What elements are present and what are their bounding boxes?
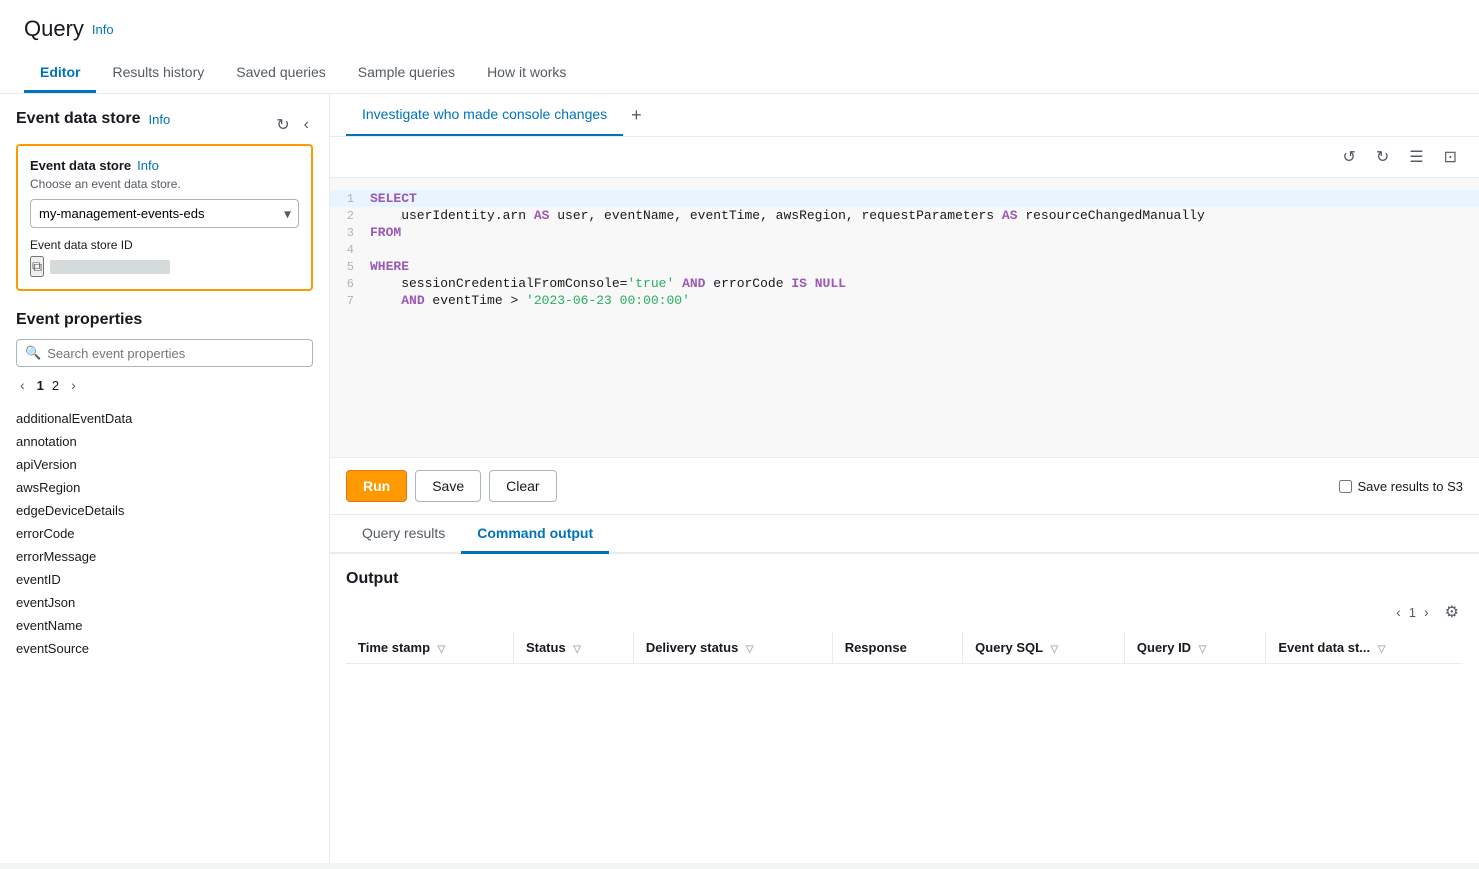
sort-icon: ▽ [746,644,754,655]
save-button[interactable]: Save [415,470,481,502]
copy-id-button[interactable]: ⧉ [30,256,44,277]
save-s3-label: Save results to S3 [1358,479,1464,494]
results-table-wrapper: Time stamp ▽ Status ▽ Delivery status ▽ … [346,632,1463,664]
list-item[interactable]: eventSource [16,637,313,660]
list-item[interactable]: apiVersion [16,453,313,476]
eds-section-title: Event data store [16,110,140,128]
results-prev-button[interactable]: ‹ [1392,602,1405,622]
line-num: 6 [330,277,370,291]
save-s3-checkbox[interactable] [1339,480,1352,493]
line-num: 4 [330,243,370,257]
th-event-data-store[interactable]: Event data st... ▽ [1266,632,1463,664]
line-num: 5 [330,260,370,274]
eds-id-label: Event data store ID [30,238,299,252]
main-tabs: Editor Results history Saved queries Sam… [24,54,1455,93]
list-item[interactable]: additionalEventData [16,407,313,430]
sidebar: Event data store Info ↻ ‹ Event data sto… [0,94,330,863]
results-pagination: ‹ 1 › [1392,602,1433,622]
list-item[interactable]: errorMessage [16,545,313,568]
line-content: AND eventTime > '2023-06-23 00:00:00' [370,293,1479,308]
add-tab-button[interactable]: + [623,97,650,134]
tab-results-history[interactable]: Results history [96,54,220,93]
code-editor[interactable]: 1 SELECT 2 userIdentity.arn AS user, eve… [330,178,1479,458]
settings-icon[interactable]: ⚙ [1441,600,1463,624]
list-item[interactable]: eventID [16,568,313,591]
page-info-link[interactable]: Info [92,22,114,37]
collapse-button[interactable]: ‹ [300,113,313,137]
redo-button[interactable]: ↻ [1370,143,1395,171]
editor-toolbar: ↺ ↻ ☰ ⊡ [330,137,1479,178]
results-tabs: Query results Command output [330,515,1479,554]
info-button[interactable]: ⊡ [1438,143,1463,171]
line-content: FROM [370,225,1479,240]
action-bar: Run Save Clear Save results to S3 [330,458,1479,515]
next-page-button[interactable]: › [67,375,80,395]
event-properties-title: Event properties [16,311,313,329]
eds-label-text: Event data store [30,158,131,173]
list-item[interactable]: eventName [16,614,313,637]
tab-saved-queries[interactable]: Saved queries [220,54,342,93]
refresh-button[interactable]: ↻ [272,113,293,137]
eds-id-masked [50,260,170,274]
line-num: 2 [330,209,370,223]
th-response[interactable]: Response [832,632,962,664]
tab-query-results[interactable]: Query results [346,515,461,554]
results-table: Time stamp ▽ Status ▽ Delivery status ▽ … [346,632,1463,664]
th-query-id[interactable]: Query ID ▽ [1124,632,1266,664]
th-delivery-status[interactable]: Delivery status ▽ [633,632,832,664]
th-query-sql[interactable]: Query SQL ▽ [963,632,1125,664]
output-title: Output [346,570,1463,588]
line-num: 7 [330,294,370,308]
tab-editor[interactable]: Editor [24,54,96,93]
sort-icon: ▽ [573,644,581,655]
eds-sublabel: Choose an event data store. [30,177,299,191]
th-timestamp[interactable]: Time stamp ▽ [346,632,513,664]
prev-page-button[interactable]: ‹ [16,375,29,395]
line-num: 3 [330,226,370,240]
format-button[interactable]: ☰ [1403,143,1429,171]
event-properties-list: additionalEventData annotation apiVersio… [16,407,313,660]
list-item[interactable]: edgeDeviceDetails [16,499,313,522]
pagination: ‹ 1 2 › [16,375,313,395]
list-item[interactable]: annotation [16,430,313,453]
results-page-num: 1 [1409,605,1416,620]
tab-command-output[interactable]: Command output [461,515,609,554]
sort-icon: ▽ [1050,644,1058,655]
line-content: WHERE [370,259,1479,274]
sort-icon: ▽ [1378,644,1386,655]
search-box: 🔍 [16,339,313,367]
undo-button[interactable]: ↺ [1336,143,1361,171]
search-input[interactable] [47,346,304,361]
page-separator: 2 [52,378,59,393]
content-area: Investigate who made console changes + ↺… [330,94,1479,863]
page-current: 1 [37,378,44,393]
clear-button[interactable]: Clear [489,470,556,502]
line-num: 1 [330,192,370,206]
tab-sample-queries[interactable]: Sample queries [342,54,471,93]
line-content: userIdentity.arn AS user, eventName, eve… [370,208,1479,223]
run-button[interactable]: Run [346,470,407,502]
page-title: Query [24,16,84,42]
sort-icon: ▽ [438,644,446,655]
list-item[interactable]: errorCode [16,522,313,545]
eds-box: Event data store Info Choose an event da… [16,144,313,291]
query-tab-active[interactable]: Investigate who made console changes [346,94,623,136]
search-icon: 🔍 [25,345,41,361]
sort-icon: ▽ [1199,644,1207,655]
tab-how-it-works[interactable]: How it works [471,54,582,93]
line-content: SELECT [370,191,1479,206]
results-next-button[interactable]: › [1420,602,1433,622]
line-content [370,242,1479,257]
eds-info-link[interactable]: Info [148,112,170,127]
eds-select[interactable]: my-management-events-eds [30,199,299,228]
output-area: Output ‹ 1 › ⚙ Time stamp ▽ [330,554,1479,863]
list-item[interactable]: eventJson [16,591,313,614]
list-item[interactable]: awsRegion [16,476,313,499]
eds-label-info[interactable]: Info [137,158,159,173]
line-content: sessionCredentialFromConsole='true' AND … [370,276,1479,291]
query-tabs-bar: Investigate who made console changes + [330,94,1479,137]
th-status[interactable]: Status ▽ [513,632,633,664]
